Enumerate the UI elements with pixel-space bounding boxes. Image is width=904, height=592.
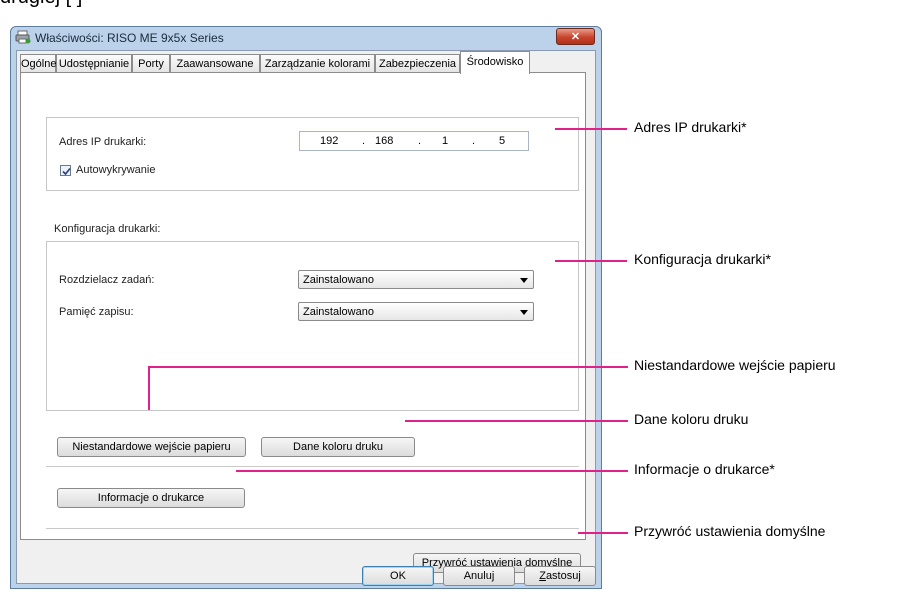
close-icon: ✕ bbox=[570, 31, 581, 43]
close-button[interactable]: ✕ bbox=[556, 28, 595, 45]
ip-octet-3: 1 bbox=[442, 135, 449, 147]
callout-ip-address: Adres IP drukarki* bbox=[634, 119, 747, 135]
ok-button[interactable]: OK bbox=[362, 566, 434, 586]
storage-memory-select[interactable]: Zainstalowano bbox=[298, 302, 534, 321]
job-separator-value: Zainstalowano bbox=[303, 274, 374, 286]
chevron-down-icon bbox=[520, 278, 528, 283]
ip-address-label: Adres IP drukarki: bbox=[59, 136, 147, 148]
apply-accelerator: Z bbox=[539, 570, 546, 582]
job-separator-select[interactable]: Zainstalowano bbox=[298, 270, 534, 289]
callout-line-restore bbox=[578, 532, 628, 534]
ip-dot: . bbox=[418, 135, 422, 147]
ip-octet-2: 168 bbox=[375, 135, 394, 147]
print-color-data-button[interactable]: Dane koloru druku bbox=[261, 437, 415, 457]
cancel-button[interactable]: Anuluj bbox=[443, 566, 515, 586]
ip-octet-4: 5 bbox=[499, 135, 506, 147]
properties-window: Właściwości: RISO ME 9x5x Series ✕ Ogóln… bbox=[10, 26, 602, 589]
ip-dot: . bbox=[472, 135, 476, 147]
job-separator-label: Rozdzielacz zadań: bbox=[59, 274, 155, 286]
storage-memory-label: Pamięć zapisu: bbox=[59, 306, 134, 318]
callout-color-data: Dane koloru druku bbox=[634, 411, 749, 427]
tab-general[interactable]: Ogólne bbox=[20, 54, 56, 73]
ip-address-group: Adres IP drukarki: 192 . 168 . 1 . 5 Aut… bbox=[46, 117, 579, 191]
printer-icon bbox=[15, 30, 31, 44]
checkmark-icon bbox=[62, 167, 71, 176]
printer-config-heading: Konfiguracja drukarki: bbox=[54, 223, 161, 235]
divider bbox=[46, 528, 579, 529]
printer-config-group: Rozdzielacz zadań: Zainstalowano Pamięć … bbox=[46, 241, 579, 411]
callout-printer-info: Informacje o drukarce* bbox=[634, 461, 775, 477]
printer-info-button[interactable]: Informacje o drukarce bbox=[57, 488, 245, 508]
tab-color-management[interactable]: Zarządzanie kolorami bbox=[260, 54, 375, 73]
callout-restore-defaults: Przywróć ustawienia domyślne bbox=[634, 523, 826, 539]
tab-ports[interactable]: Porty bbox=[132, 54, 170, 73]
callout-line-printer-info bbox=[236, 470, 628, 472]
page-caption: drugiej [ ] bbox=[0, 0, 82, 9]
autodetect-label: Autowykrywanie bbox=[76, 164, 156, 176]
apply-button[interactable]: Zastosuj bbox=[524, 566, 596, 586]
tab-environment[interactable]: Środowisko bbox=[460, 51, 530, 74]
chevron-down-icon bbox=[520, 310, 528, 315]
callout-printer-config: Konfiguracja drukarki* bbox=[634, 251, 771, 267]
callout-line-config bbox=[555, 260, 627, 262]
autodetect-checkbox[interactable] bbox=[60, 165, 71, 176]
tab-sharing[interactable]: Udostępnianie bbox=[56, 54, 132, 73]
custom-paper-input-button[interactable]: Niestandardowe wejście papieru bbox=[57, 437, 246, 457]
callout-custom-paper: Niestandardowe wejście papieru bbox=[634, 357, 836, 373]
dialog-body: Ogólne Udostępnianie Porty Zaawansowane … bbox=[16, 50, 596, 586]
callout-line-custom-paper bbox=[148, 366, 628, 368]
callout-vline-custom-paper bbox=[148, 366, 150, 410]
ip-dot: . bbox=[362, 135, 366, 147]
apply-label: astosuj bbox=[545, 570, 581, 582]
ip-octet-1: 192 bbox=[320, 135, 339, 147]
title-bar[interactable]: Właściwości: RISO ME 9x5x Series ✕ bbox=[11, 27, 601, 49]
callout-line-ip bbox=[555, 128, 627, 130]
tab-security[interactable]: Zabezpieczenia bbox=[375, 54, 460, 73]
ip-address-input[interactable]: 192 . 168 . 1 . 5 bbox=[299, 131, 529, 151]
divider bbox=[46, 466, 579, 467]
storage-memory-value: Zainstalowano bbox=[303, 306, 374, 318]
callout-line-color-data bbox=[405, 420, 628, 422]
tab-advanced[interactable]: Zaawansowane bbox=[170, 54, 260, 73]
window-title: Właściwości: RISO ME 9x5x Series bbox=[35, 31, 224, 45]
